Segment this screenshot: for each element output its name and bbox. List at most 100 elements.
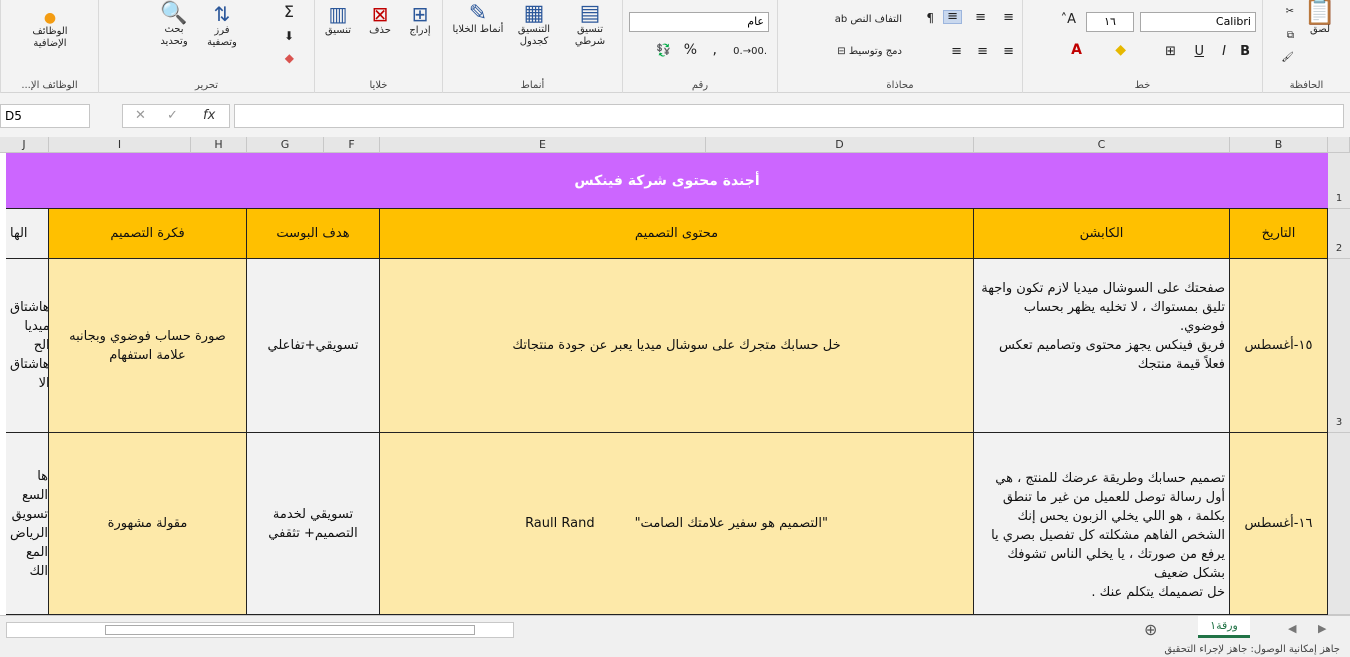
sheet-tab-bar: ⊕ ورقة١ ◀ ▶ — [0, 615, 1350, 643]
cell-goal-2[interactable]: تسويقي لخدمة التصميم+ تثقفي — [247, 433, 380, 615]
header-caption[interactable]: الكابشن — [974, 209, 1230, 259]
addins-icon: ● — [43, 10, 57, 26]
cell-goal-1[interactable]: تسويقي+تفاعلي — [247, 259, 380, 433]
ribbon: 📋 لصق ✂ ⧉ 🖌 الحافظة Calibri ١٦ A˄ B I U … — [0, 0, 1350, 93]
formula-input[interactable] — [234, 104, 1344, 128]
clear-icon[interactable]: ◆ — [285, 52, 294, 64]
bold-button[interactable]: B — [1240, 45, 1250, 58]
status-bar: جاهز إمكانية الوصول: جاهز لإجراء التحقيق — [0, 643, 1350, 657]
tab-scroll-right-icon[interactable]: ▶ — [1318, 622, 1326, 635]
font-size-select[interactable]: ١٦ — [1086, 12, 1134, 32]
copy-icon[interactable]: ⧉ — [1287, 30, 1294, 42]
format-as-table-button[interactable]: ▦ التنسيق كجدول — [508, 1, 560, 48]
format-icon: ▥ — [328, 2, 348, 26]
align-center-icon[interactable]: ≡ — [977, 45, 988, 58]
currency-icon[interactable]: 💱 — [656, 44, 671, 56]
increase-font-icon[interactable]: A˄ — [1061, 13, 1076, 26]
fill-color-icon[interactable]: ◆ — [1115, 43, 1126, 57]
align-bottom-icon[interactable]: ≡ — [943, 10, 962, 24]
column-header-c[interactable]: C — [974, 137, 1230, 153]
header-design-idea[interactable]: فكرة التصميم — [49, 209, 247, 259]
find-select-button[interactable]: 🔍 بحث وتحديد — [154, 3, 194, 48]
font-color-icon[interactable]: A — [1071, 43, 1082, 57]
wrap-text-button[interactable]: التفاف النص ab — [835, 14, 902, 26]
conditional-format-icon: ▤ — [579, 1, 601, 26]
borders-icon[interactable]: ⊞ — [1165, 45, 1176, 58]
sort-icon: ⇅ — [213, 2, 231, 26]
name-box[interactable]: D5 — [0, 104, 90, 128]
column-header-f[interactable]: F — [324, 137, 380, 153]
insert-icon: ⊞ — [411, 2, 429, 26]
select-all-corner[interactable] — [1328, 137, 1350, 153]
header-design-content[interactable]: محتوى التصميم — [380, 209, 974, 259]
number-format-select[interactable]: عام — [629, 12, 769, 32]
font-group: Calibri ١٦ A˄ B I U ⊞ ◆ A خط — [1022, 0, 1262, 93]
header-hashtag[interactable]: الها — [6, 209, 49, 259]
table-icon: ▦ — [523, 1, 545, 26]
cell-hashtag-2[interactable]: ها السع تسويق الرياض المع الك — [6, 433, 49, 615]
font-name-select[interactable]: Calibri — [1140, 12, 1256, 32]
row-header-3[interactable]: 3 — [1328, 259, 1350, 433]
header-date[interactable]: التاريخ — [1230, 209, 1328, 259]
column-header-d[interactable]: D — [706, 137, 974, 153]
status-text: جاهز إمكانية الوصول: جاهز لإجراء التحقيق — [1164, 644, 1340, 655]
sort-filter-button[interactable]: ⇅ فرز وتصفية — [198, 2, 246, 49]
horizontal-scrollbar[interactable] — [6, 622, 514, 638]
cell-date-2[interactable]: ١٦-أغسطس — [1230, 433, 1328, 615]
cell-caption-1[interactable]: صفحتك على السوشال ميديا لازم تكون واجهة … — [974, 259, 1230, 433]
cell-styles-button[interactable]: ✎ أنماط الخلايا — [452, 3, 504, 36]
fill-icon[interactable]: ⬇ — [284, 30, 294, 42]
cell-date-1[interactable]: ١٥-أغسطس — [1230, 259, 1328, 433]
formula-buttons: ✕ ✓ fx — [122, 104, 230, 128]
align-middle-icon[interactable]: ≡ — [975, 11, 986, 24]
decrease-decimal-icon[interactable]: .00→.0 — [733, 46, 767, 58]
formula-bar: D5 ✕ ✓ fx — [0, 101, 1350, 131]
format-painter-icon[interactable]: 🖌 — [1281, 52, 1294, 64]
insert-button[interactable]: ⊞ إدراج — [402, 2, 438, 37]
row-header-4[interactable] — [1328, 433, 1350, 615]
column-header-b[interactable]: B — [1230, 137, 1328, 153]
orientation-icon[interactable]: ¶ — [926, 12, 934, 24]
sheet-tab-1[interactable]: ورقة١ — [1198, 616, 1250, 638]
addins-button[interactable]: ● الوظائف الإضافية — [20, 10, 80, 50]
tab-scroll-left-icon[interactable]: ◀ — [1288, 622, 1296, 635]
merge-center-button[interactable]: دمج وتوسيط ⊟ — [837, 46, 902, 58]
underline-button[interactable]: U — [1194, 45, 1204, 58]
comma-style-button[interactable]: , — [713, 43, 717, 57]
align-top-icon[interactable]: ≡ — [1003, 11, 1014, 24]
column-header-j[interactable]: J — [0, 137, 49, 153]
sheet-title[interactable]: أجندة محتوى شركة فينكس — [6, 153, 1328, 209]
paste-icon: 📋 — [1303, 0, 1337, 27]
cancel-icon[interactable]: ✕ — [135, 108, 146, 123]
cell-content-2[interactable]: "التصميم هو سفير علامتك الصامت" Raull Ra… — [380, 433, 974, 615]
conditional-format-button[interactable]: ▤ تنسيق شرطي — [564, 1, 616, 48]
percent-style-button[interactable]: % — [684, 43, 697, 57]
italic-button[interactable]: I — [1222, 45, 1226, 58]
fx-icon[interactable]: fx — [203, 108, 215, 123]
scrollbar-thumb[interactable] — [105, 625, 475, 635]
quote-text: "التصميم هو سفير علامتك الصامت" — [634, 516, 828, 531]
delete-button[interactable]: ⊠ حذف — [362, 4, 398, 37]
cut-icon[interactable]: ✂ — [1286, 6, 1294, 18]
column-header-i[interactable]: I — [49, 137, 191, 153]
row-header-2[interactable]: 2 — [1328, 209, 1350, 259]
column-header-h[interactable]: H — [191, 137, 247, 153]
align-left-icon[interactable]: ≡ — [951, 45, 962, 58]
cell-idea-2[interactable]: مقولة مشهورة — [49, 433, 247, 615]
cell-idea-1[interactable]: صورة حساب فوضوي وبجانبه علامة استفهام — [49, 259, 247, 433]
header-post-goal[interactable]: هدف البوست — [247, 209, 380, 259]
editing-group: 🔍 بحث وتحديد ⇅ فرز وتصفية Σ ⬇ ◆ تحرير — [98, 0, 314, 93]
cell-caption-2[interactable]: تصميم حسابك وطريقة عرضك للمنتج ، هي أول … — [974, 433, 1230, 615]
autosum-icon[interactable]: Σ — [284, 4, 294, 20]
column-header-e[interactable]: E — [380, 137, 706, 153]
add-sheet-icon[interactable]: ⊕ — [1144, 620, 1157, 639]
format-button[interactable]: ▥ تنسيق — [318, 2, 358, 37]
cell-hashtag-1[interactable]: هاشتاق ميديا الح هاشتاق الا — [6, 259, 49, 433]
alignment-group: ≡ ≡ ≡ ¶ التفاف النص ab ≡ ≡ ≡ دمج وتوسيط … — [777, 0, 1022, 93]
enter-icon[interactable]: ✓ — [167, 108, 178, 123]
column-header-g[interactable]: G — [247, 137, 324, 153]
row-header-1[interactable]: 1 — [1328, 153, 1350, 209]
align-right-icon[interactable]: ≡ — [1003, 45, 1014, 58]
paste-button[interactable]: 📋 لصق — [1300, 0, 1340, 36]
cell-content-1[interactable]: خل حسابك متجرك على سوشال ميديا يعبر عن ج… — [380, 259, 974, 433]
